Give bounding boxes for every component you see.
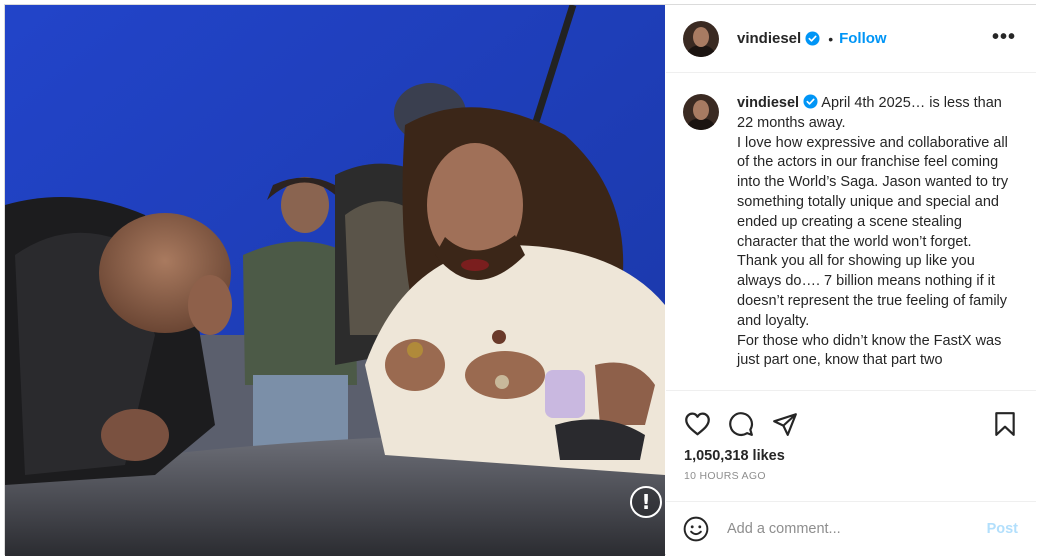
caption-text: vindiesel April 4th 2025… is less than 2… [737, 94, 1009, 371]
comment-bubble-icon[interactable] [728, 411, 754, 437]
verified-badge-icon [803, 94, 818, 109]
smiley-icon[interactable] [683, 516, 709, 542]
caption-line: vindiesel April 4th 2025… is less than 2… [737, 94, 1009, 134]
paper-plane-icon[interactable] [772, 411, 798, 437]
caption-scroll-area[interactable]: vindiesel April 4th 2025… is less than 2… [666, 74, 1036, 390]
exclamation-circle-icon[interactable]: ! [630, 486, 662, 518]
follow-button[interactable]: Follow [839, 30, 887, 47]
caption-line-3: For those who didn’t know the FastX was … [737, 332, 1002, 369]
post-header: vindiesel • Follow ••• [666, 5, 1036, 73]
post-side-panel: vindiesel • Follow ••• vindiesel April 4… [666, 5, 1036, 556]
caption-line-2: I love how expressive and collaborative … [737, 134, 1009, 329]
post-photo[interactable]: ! [5, 5, 665, 556]
heart-icon[interactable] [684, 411, 711, 436]
verified-badge-icon [805, 31, 820, 46]
more-options-icon[interactable]: ••• [992, 27, 1016, 47]
separator-dot: • [828, 30, 834, 47]
caption-avatar[interactable] [683, 94, 719, 130]
post-comment-button[interactable]: Post [987, 521, 1018, 537]
avatar[interactable] [683, 20, 719, 57]
comment-form: Post [666, 501, 1036, 556]
likes-count[interactable]: 1,050,318 likes [684, 448, 785, 464]
post-timestamp[interactable]: 10 HOURS AGO [684, 470, 766, 482]
username-link[interactable]: vindiesel [737, 30, 801, 47]
photo-scene [5, 5, 665, 556]
bookmark-icon[interactable] [994, 411, 1016, 437]
instagram-post: ! vindiesel • Follow ••• vindiesel April… [4, 4, 1036, 556]
post-actions: 1,050,318 likes 10 HOURS AGO [666, 390, 1036, 500]
caption-row: vindiesel April 4th 2025… is less than 2… [683, 94, 1012, 371]
comment-input[interactable] [727, 521, 967, 537]
caption-username[interactable]: vindiesel [737, 95, 799, 111]
